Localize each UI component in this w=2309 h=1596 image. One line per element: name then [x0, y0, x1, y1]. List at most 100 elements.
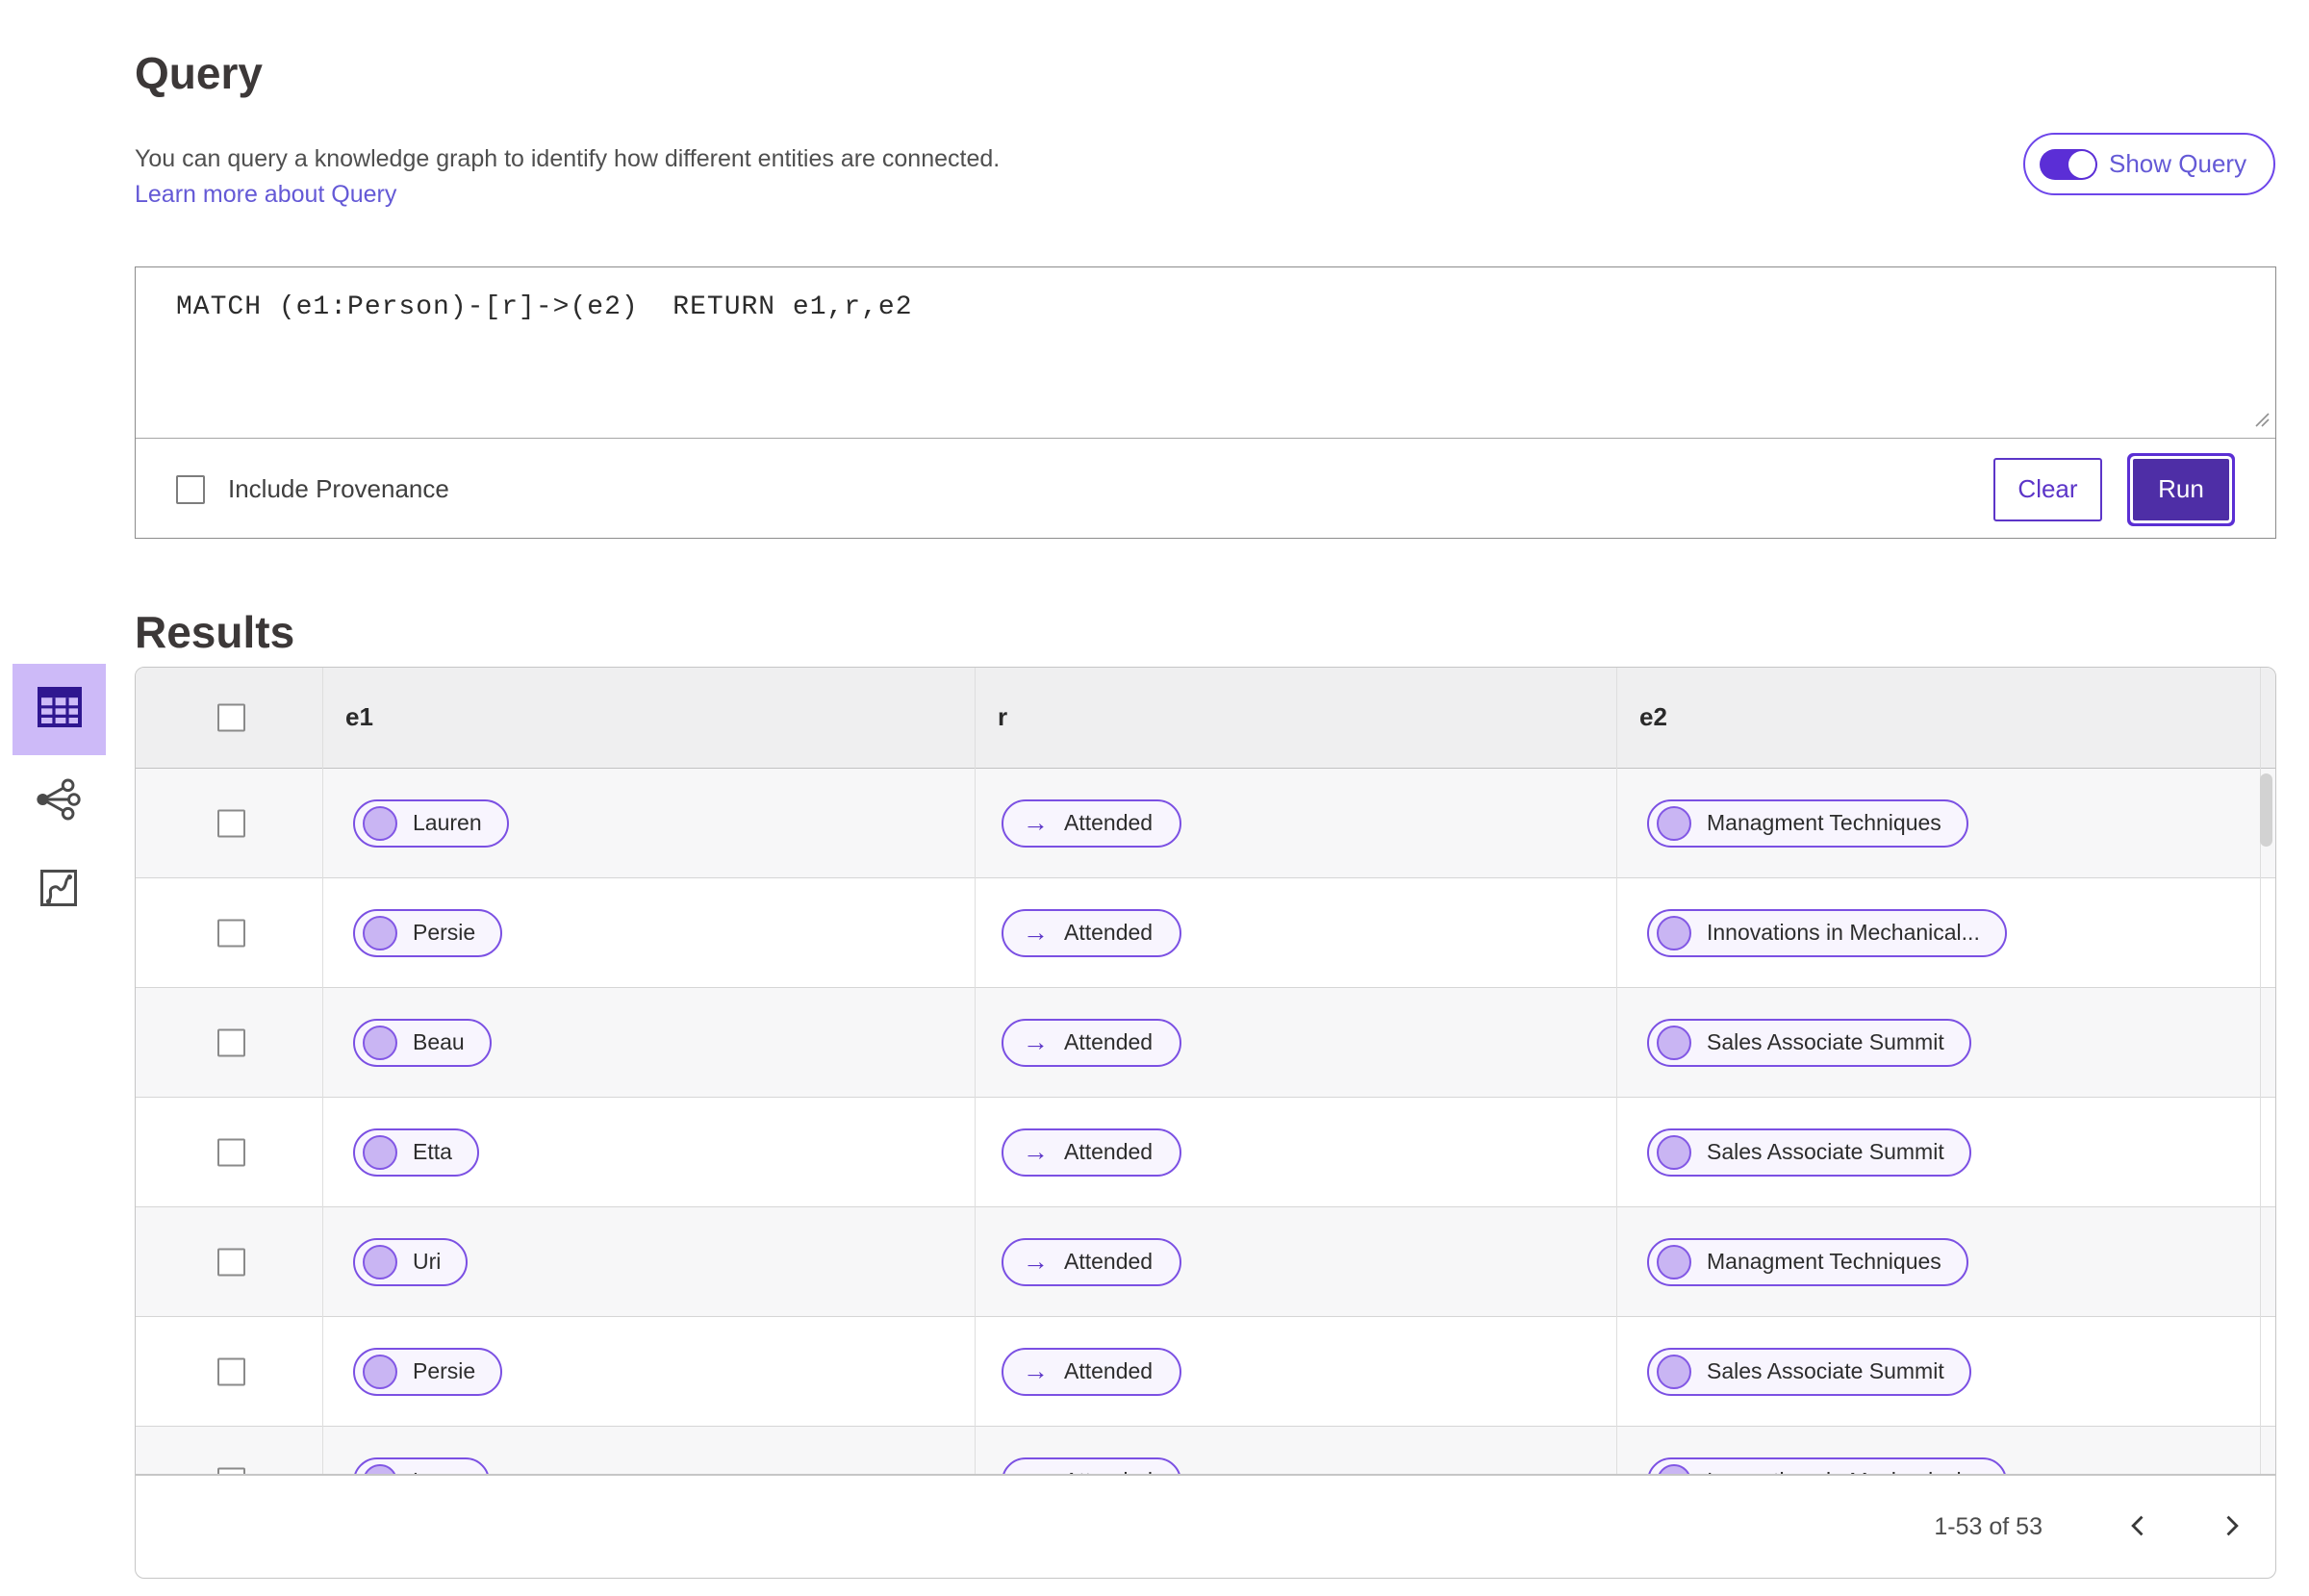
relation-pill[interactable]: → Attended: [1002, 1127, 1182, 1177]
toggle-track[interactable]: [2040, 148, 2097, 180]
vertical-scrollbar-thumb[interactable]: [2260, 773, 2272, 847]
node-icon: [363, 915, 397, 950]
node-icon: [1657, 1134, 1691, 1170]
toggle-knob: [2068, 150, 2095, 178]
relation-pill[interactable]: → Attended: [1002, 798, 1182, 848]
row-checkbox[interactable]: [217, 1138, 245, 1166]
results-title: Results: [135, 607, 295, 658]
entity-label: Sales Associate Summit: [1707, 1139, 1944, 1164]
row-checkbox[interactable]: [217, 809, 245, 837]
entity-label: Persie: [413, 920, 476, 945]
column-header-r: r: [998, 702, 1008, 731]
row-checkbox[interactable]: [217, 1028, 245, 1056]
node-icon: [363, 805, 397, 841]
view-switcher-graph-view[interactable]: [35, 778, 81, 825]
node-icon: [1657, 1463, 1691, 1474]
learn-more-link[interactable]: Learn more about Query: [135, 181, 396, 209]
node-icon: [363, 1463, 397, 1474]
column-divider: [1616, 668, 1617, 1474]
include-provenance-checkbox[interactable]: [176, 474, 205, 504]
entity-pill-e1[interactable]: Etta: [353, 1127, 479, 1177]
run-button[interactable]: Run: [2133, 458, 2229, 520]
row-checkbox[interactable]: [217, 1248, 245, 1276]
table-row[interactable]: Lauren → Attended Managment Techniques: [136, 769, 2275, 877]
entity-pill-e2[interactable]: Sales Associate Summit: [1647, 1347, 1971, 1396]
table-row[interactable]: Persie → Attended Sales Associate Summit: [136, 1316, 2275, 1426]
entity-pill-e2[interactable]: Managment Techniques: [1647, 1237, 1968, 1286]
table-row[interactable]: Uri → Attended Managment Techniques: [136, 1206, 2275, 1316]
chevron-right-icon: [2218, 1512, 2245, 1542]
relation-pill[interactable]: → Attended: [1002, 1237, 1182, 1286]
query-input[interactable]: MATCH (e1:Person)-[r]->(e2) RETURN e1,r,…: [136, 267, 2275, 439]
view-switcher-table-view[interactable]: [13, 664, 106, 755]
row-checkbox[interactable]: [217, 919, 245, 947]
entity-pill-e1[interactable]: Persie: [353, 908, 503, 957]
arrow-right-icon: →: [1023, 1247, 1049, 1276]
results-table: e1 r e2 Lauren → Attended Managment Tech…: [135, 667, 2276, 1475]
relation-label: Attended: [1064, 1358, 1154, 1383]
show-query-label: Show Query: [2109, 149, 2247, 178]
show-query-toggle[interactable]: Show Query: [2023, 133, 2275, 195]
graph-view-icon: [35, 778, 81, 825]
arrow-right-icon: →: [1023, 1027, 1049, 1056]
node-icon: [363, 1134, 397, 1170]
arrow-right-icon: →: [1023, 1356, 1049, 1385]
entity-label: Innovations in Mechanical...: [1707, 920, 1980, 945]
entity-pill-e2[interactable]: Innovations in Mechanical...: [1647, 908, 2007, 957]
column-header-e1: e1: [345, 702, 373, 731]
node-icon: [363, 1354, 397, 1389]
entity-label: Managment Techniques: [1707, 1249, 1941, 1274]
table-row[interactable]: Persie → Attended Innovations in Mechani…: [136, 877, 2275, 987]
table-view-icon: [37, 687, 82, 732]
arrow-right-icon: →: [1023, 1137, 1049, 1166]
column-divider: [975, 668, 976, 1474]
column-divider: [322, 668, 323, 1474]
relation-pill[interactable]: → Attended: [1002, 1018, 1182, 1067]
next-page-button[interactable]: [2210, 1506, 2252, 1548]
table-row[interactable]: Etta → Attended Sales Associate Summit: [136, 1097, 2275, 1206]
entity-pill-e2[interactable]: Innovations in Mechanical...: [1647, 1457, 2007, 1474]
entity-pill-e1[interactable]: Persie: [353, 1347, 503, 1396]
row-checkbox[interactable]: [217, 1357, 245, 1385]
entity-label: Persie: [413, 1358, 476, 1383]
relation-label: Attended: [1064, 1468, 1153, 1474]
entity-label: Managment Techniques: [1707, 810, 1941, 835]
node-icon: [1657, 1025, 1691, 1060]
arrow-right-icon: →: [1023, 1468, 1049, 1475]
entity-pill-e2[interactable]: Managment Techniques: [1647, 798, 1968, 848]
node-icon: [1657, 915, 1691, 950]
entity-label: Sales Associate Summit: [1707, 1358, 1944, 1383]
page-title: Query: [135, 47, 263, 98]
relation-pill[interactable]: → Attended: [1002, 1457, 1182, 1475]
relation-pill[interactable]: → Attended: [1002, 908, 1182, 957]
table-row[interactable]: Larry → Attended Innovations in Mechanic…: [136, 1426, 2275, 1475]
pagination-range-label: 1-53 of 53: [1934, 1512, 2043, 1540]
entity-label: Etta: [413, 1139, 452, 1164]
entity-label: Innovations in Mechanical...: [1707, 1468, 1980, 1474]
clear-button[interactable]: Clear: [1993, 457, 2102, 521]
relation-pill[interactable]: → Attended: [1002, 1347, 1182, 1396]
column-header-e2: e2: [1639, 702, 1667, 731]
entity-pill-e2[interactable]: Sales Associate Summit: [1647, 1018, 1971, 1067]
entity-pill-e1[interactable]: Beau: [353, 1018, 492, 1067]
resize-handle-icon[interactable]: [2253, 411, 2271, 433]
node-icon: [1657, 805, 1691, 841]
query-card: MATCH (e1:Person)-[r]->(e2) RETURN e1,r,…: [135, 266, 2276, 539]
table-row[interactable]: Beau → Attended Sales Associate Summit: [136, 987, 2275, 1097]
entity-pill-e1[interactable]: Larry: [353, 1457, 491, 1474]
view-switcher-chart-view[interactable]: [38, 868, 79, 913]
entity-pill-e1[interactable]: Uri: [353, 1237, 469, 1286]
entity-label: Larry: [413, 1468, 463, 1474]
row-checkbox[interactable]: [217, 1467, 245, 1474]
entity-pill-e1[interactable]: Lauren: [353, 798, 509, 848]
node-icon: [1657, 1354, 1691, 1389]
relation-label: Attended: [1064, 1139, 1154, 1164]
table-header-row: e1 r e2: [136, 668, 2275, 769]
node-icon: [363, 1025, 397, 1060]
query-text: MATCH (e1:Person)-[r]->(e2) RETURN e1,r,…: [176, 292, 913, 322]
chart-view-icon: [38, 868, 79, 913]
entity-pill-e2[interactable]: Sales Associate Summit: [1647, 1127, 1971, 1177]
previous-page-button[interactable]: [2118, 1506, 2160, 1548]
select-all-checkbox[interactable]: [217, 703, 245, 732]
pagination-bar: 1-53 of 53: [135, 1475, 2276, 1579]
